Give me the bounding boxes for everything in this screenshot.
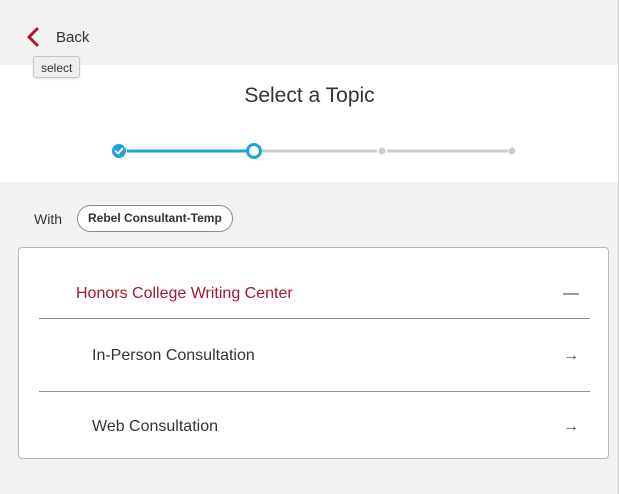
tooltip: select	[33, 56, 81, 78]
step-1-complete-icon	[112, 144, 126, 158]
divider	[39, 391, 590, 392]
back-button[interactable]: Back	[24, 24, 89, 50]
topic-card: Honors College Writing Center — In-Perso…	[18, 247, 609, 459]
minus-icon: —	[563, 284, 579, 302]
divider	[39, 318, 590, 319]
header-panel: Select a Topic	[0, 65, 619, 182]
arrow-right-icon: →	[563, 347, 579, 364]
progress-stepper	[112, 143, 516, 159]
consultant-chip: Rebel Consultant-Temp	[77, 205, 233, 232]
top-bar: Back	[0, 0, 619, 65]
consultant-row: With Rebel Consultant-Temp	[34, 205, 233, 232]
arrow-right-icon: →	[563, 418, 579, 435]
with-label: With	[34, 210, 62, 227]
topic-item-label: In-Person Consultation	[92, 347, 255, 364]
topic-group-label: Honors College Writing Center	[76, 284, 293, 302]
topic-item-web[interactable]: Web Consultation →	[39, 394, 590, 460]
back-label: Back	[56, 28, 90, 46]
chevron-left-icon	[27, 27, 39, 47]
step-2-current	[246, 143, 262, 159]
step-3-pending	[378, 147, 386, 155]
topic-item-label: Web Consultation	[92, 418, 218, 435]
step-4-pending	[508, 147, 516, 155]
topic-item-in-person[interactable]: In-Person Consultation →	[39, 320, 590, 392]
